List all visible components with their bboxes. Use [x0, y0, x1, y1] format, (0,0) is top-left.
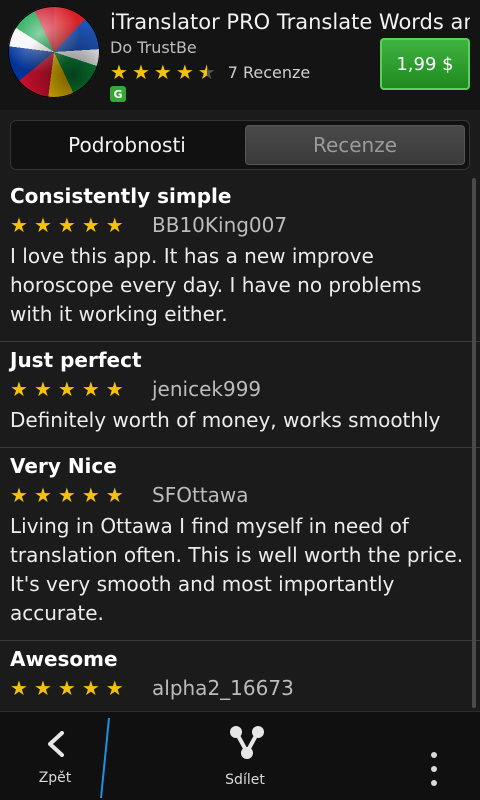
app-rating: ★ ★ ★ ★ ★ 7 Recenze: [110, 60, 310, 84]
star-icon: ★: [57, 377, 76, 401]
review-title: Just perfect: [10, 348, 142, 372]
review-title: Consistently simple: [10, 184, 232, 208]
review-list[interactable]: Consistently simple ★ ★ ★ ★ ★ BB10King007 I …: [0, 178, 480, 712]
review-item: Awesome ★ ★ ★ ★ ★ alpha2_16673: [0, 641, 480, 712]
star-icon: ★: [33, 483, 52, 507]
content-rating-badge: G: [110, 86, 126, 102]
share-icon: [230, 726, 264, 759]
review-author: BB10King007: [152, 213, 288, 237]
review-stars: ★ ★ ★ ★ ★: [10, 485, 152, 505]
review-item: Just perfect ★ ★ ★ ★ ★ jenicek999 Definitely…: [0, 342, 480, 448]
action-bar: Zpět Sdílet: [0, 711, 480, 800]
review-body: I love this app. It has a new improve ho…: [10, 244, 422, 326]
back-chevron-icon: [48, 731, 64, 757]
back-button[interactable]: Zpět: [0, 712, 110, 800]
review-stars: ★ ★ ★ ★ ★: [10, 215, 152, 235]
review-author: SFOttawa: [152, 483, 249, 507]
back-label: Zpět: [38, 770, 72, 786]
star-icon: ★: [81, 377, 100, 401]
star-icon: ★: [105, 213, 124, 237]
star-icon: ★: [57, 483, 76, 507]
scrollbar[interactable]: [472, 178, 476, 708]
star-icon: ★: [10, 483, 28, 507]
overflow-dot-icon: [431, 752, 437, 758]
review-item: Very Nice ★ ★ ★ ★ ★ SFOttawa Living in Ottaw…: [0, 448, 480, 641]
review-title: Awesome: [10, 647, 118, 671]
star-icon: ★: [81, 483, 100, 507]
review-item: Consistently simple ★ ★ ★ ★ ★ BB10King007 I …: [0, 178, 480, 342]
star-icon: ★: [175, 60, 194, 84]
star-icon: ★: [10, 377, 28, 401]
star-icon: ★: [81, 676, 100, 700]
star-icon: ★: [105, 377, 124, 401]
star-icon: ★: [10, 676, 28, 700]
review-count: 7 Recenze: [227, 62, 311, 82]
half-star-icon: ★: [197, 60, 216, 84]
star-icon: ★: [153, 60, 172, 84]
star-icon: ★: [33, 676, 52, 700]
review-body: Living in Ottawa I find myself in need o…: [10, 514, 464, 625]
tab-reviews[interactable]: Recenze: [245, 125, 465, 165]
app-globe-icon: [8, 6, 100, 98]
star-icon: ★: [10, 213, 28, 237]
tab-details[interactable]: Podrobnosti: [15, 125, 239, 165]
overflow-dot-icon: [431, 766, 437, 772]
star-icon: ★: [110, 60, 128, 84]
review-author: alpha2_16673: [152, 676, 294, 700]
review-title: Very Nice: [10, 454, 117, 478]
star-icon: ★: [81, 213, 100, 237]
star-icon: ★: [33, 213, 52, 237]
review-stars: ★ ★ ★ ★ ★: [10, 379, 152, 399]
app-title: iTranslator PRO Translate Words an: [110, 10, 470, 34]
share-button[interactable]: Sdílet: [200, 712, 290, 800]
tab-bar: Podrobnosti Recenze: [10, 120, 470, 170]
review-author: jenicek999: [152, 377, 262, 401]
overflow-dot-icon: [431, 780, 437, 786]
review-body: Definitely worth of money, works smoothl…: [10, 408, 441, 432]
star-icon: ★: [57, 676, 76, 700]
review-stars: ★ ★ ★ ★ ★: [10, 678, 152, 698]
star-icon: ★: [57, 213, 76, 237]
star-icon: ★: [105, 483, 124, 507]
star-icon: ★: [131, 60, 150, 84]
overflow-menu-button[interactable]: [414, 722, 454, 790]
buy-price-button[interactable]: 1,99 $: [380, 38, 470, 90]
app-header: iTranslator PRO Translate Words an Do Tr…: [0, 0, 480, 110]
star-icon: ★: [105, 676, 124, 700]
star-icon: ★: [33, 377, 52, 401]
share-label: Sdílet: [225, 772, 265, 788]
developer-name[interactable]: Do TrustBe: [110, 38, 197, 57]
action-bar-divider: [100, 718, 110, 798]
